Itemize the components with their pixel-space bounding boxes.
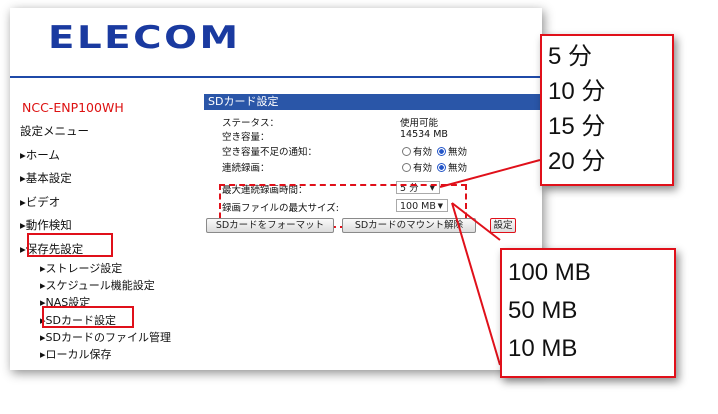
file-size-option: 10 MB — [508, 335, 578, 362]
duration-option: 15 分 — [548, 113, 606, 140]
duration-options-callout: 5 分 10 分 15 分 20 分 — [540, 34, 674, 186]
connector-filesize-top — [451, 202, 501, 241]
duration-option: 5 分 — [548, 43, 593, 70]
connector-filesize-bottom — [451, 202, 501, 366]
file-size-option: 50 MB — [508, 297, 578, 324]
file-size-option: 100 MB — [508, 259, 591, 286]
duration-option: 10 分 — [548, 78, 606, 105]
file-size-options-callout: 100 MB 50 MB 10 MB — [500, 248, 676, 378]
connector-duration — [439, 159, 541, 188]
duration-option: 20 分 — [548, 148, 606, 175]
